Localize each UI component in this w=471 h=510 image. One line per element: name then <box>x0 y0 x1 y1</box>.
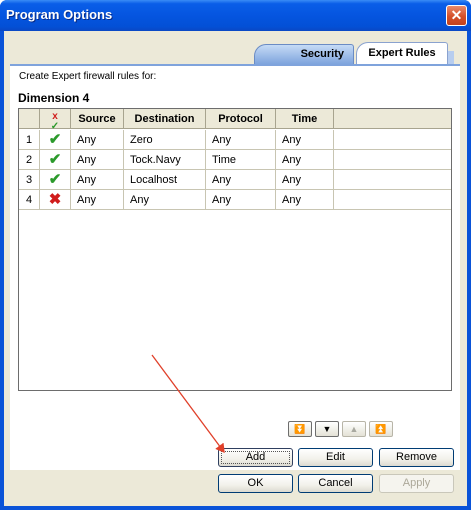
move-bottom-icon: ⏬ <box>294 424 306 434</box>
row-status[interactable]: ✖ <box>40 190 71 210</box>
rules-grid[interactable]: x ✓ Source Destination Protocol Time 1 ✔ … <box>18 108 452 391</box>
tab-strip: Security Expert Rules <box>4 31 467 65</box>
header-number[interactable] <box>19 109 40 129</box>
apply-button[interactable]: Apply <box>379 474 454 493</box>
allow-check-icon: ✔ <box>48 171 62 188</box>
move-top-icon: ⏫ <box>375 424 387 434</box>
row-destination: Zero <box>124 130 206 150</box>
row-number: 1 <box>19 130 40 150</box>
move-down-button[interactable]: ▼ <box>315 421 339 437</box>
row-number: 2 <box>19 150 40 170</box>
header-status[interactable]: x ✓ <box>40 109 71 129</box>
row-status[interactable]: ✔ <box>40 150 71 170</box>
row-status[interactable]: ✔ <box>40 170 71 190</box>
row-number: 3 <box>19 170 40 190</box>
row-protocol: Any <box>206 170 276 190</box>
row-time: Any <box>276 190 334 210</box>
row-destination: Any <box>124 190 206 210</box>
tab-expert-rules[interactable]: Expert Rules <box>356 42 448 65</box>
row-source: Any <box>71 170 124 190</box>
window-title: Program Options <box>6 7 113 22</box>
row-source: Any <box>71 190 124 210</box>
allow-check-icon: ✔ <box>48 151 62 168</box>
row-source: Any <box>71 150 124 170</box>
row-protocol: Any <box>206 190 276 210</box>
block-x-icon: ✖ <box>48 191 62 208</box>
header-source[interactable]: Source <box>71 109 124 129</box>
move-to-top-button[interactable]: ⏫ <box>369 421 393 437</box>
ok-button[interactable]: OK <box>218 474 293 493</box>
move-up-button[interactable]: ▲ <box>342 421 366 437</box>
header-protocol[interactable]: Protocol <box>206 109 276 129</box>
edit-button[interactable]: Edit <box>298 448 373 467</box>
row-filler <box>334 150 451 170</box>
row-filler <box>334 130 451 150</box>
row-time: Any <box>276 170 334 190</box>
tab-security[interactable]: Security <box>254 44 354 64</box>
allow-check-icon: ✔ <box>48 131 62 148</box>
remove-button[interactable]: Remove <box>379 448 454 467</box>
row-time: Any <box>276 150 334 170</box>
row-time: Any <box>276 130 334 150</box>
table-row[interactable]: 1 ✔ Any Zero Any Any <box>19 130 451 150</box>
close-icon: ✕ <box>450 7 463 23</box>
close-button[interactable]: ✕ <box>446 5 467 26</box>
row-filler <box>334 170 451 190</box>
program-options-window: Program Options ✕ Security Expert Rules … <box>0 0 471 510</box>
row-number: 4 <box>19 190 40 210</box>
move-up-icon: ▲ <box>349 424 359 434</box>
row-status[interactable]: ✔ <box>40 130 71 150</box>
move-to-bottom-button[interactable]: ⏬ <box>288 421 312 437</box>
title-bar[interactable]: Program Options ✕ <box>0 0 471 31</box>
table-row[interactable]: 4 ✖ Any Any Any Any <box>19 190 451 210</box>
row-filler <box>334 190 451 210</box>
allow-block-icon: x ✓ <box>50 111 60 130</box>
header-destination[interactable]: Destination <box>124 109 206 129</box>
row-destination: Tock.Navy <box>124 150 206 170</box>
table-row[interactable]: 3 ✔ Any Localhost Any Any <box>19 170 451 190</box>
row-source: Any <box>71 130 124 150</box>
row-protocol: Time <box>206 150 276 170</box>
header-filler <box>334 109 451 129</box>
grid-header: x ✓ Source Destination Protocol Time <box>19 109 451 129</box>
add-button[interactable]: Add <box>218 448 293 467</box>
rules-caption: Create Expert firewall rules for: <box>19 71 157 82</box>
header-time[interactable]: Time <box>276 109 334 129</box>
program-name: Dimension 4 <box>18 91 90 105</box>
tab-strip-edge <box>448 51 454 64</box>
cancel-button[interactable]: Cancel <box>298 474 373 493</box>
row-destination: Localhost <box>124 170 206 190</box>
move-down-icon: ▼ <box>322 424 332 434</box>
table-row[interactable]: 2 ✔ Any Tock.Navy Time Any <box>19 150 451 170</box>
row-protocol: Any <box>206 130 276 150</box>
